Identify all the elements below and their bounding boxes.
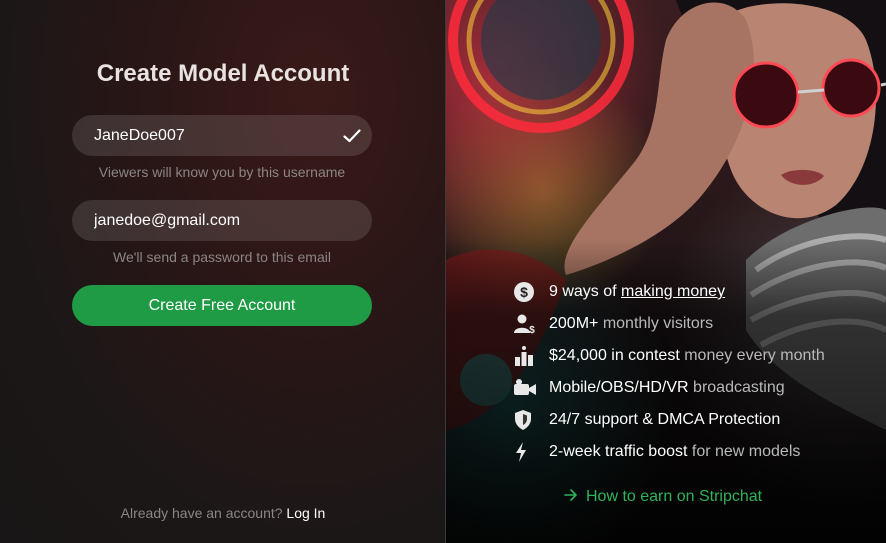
signup-panel: Create Model Account Viewers will know y… (0, 0, 446, 543)
login-prompt-text: Already have an account? (120, 505, 283, 521)
feature-item: 2-week traffic boost for new models (513, 436, 883, 468)
page-title: Create Model Account (96, 60, 350, 87)
email-input[interactable] (72, 200, 372, 241)
feature-item: Mobile/OBS/HD/VR broadcasting (513, 372, 883, 404)
arrow-right-icon (564, 488, 578, 506)
feature-item: $ 200M+ monthly visitors (513, 308, 883, 340)
username-field[interactable] (72, 115, 372, 156)
feature-text: 2-week traffic boost for new models (549, 443, 801, 460)
feature-text: 9 ways of making money (549, 283, 726, 300)
username-input[interactable] (72, 115, 332, 156)
users-icon: $ (513, 313, 549, 335)
dollar-coin-icon: $ (513, 281, 549, 303)
feature-text: 200M+ monthly visitors (549, 315, 714, 332)
email-field[interactable] (72, 200, 372, 241)
check-icon (332, 128, 372, 143)
how-to-earn-label: How to earn on Stripchat (586, 488, 763, 505)
how-to-earn-link[interactable]: How to earn on Stripchat (564, 488, 762, 506)
feature-list: $ 9 ways of making money $ 200M+ monthly… (513, 276, 883, 468)
feature-text: 24/7 support & DMCA Protection (549, 411, 781, 428)
login-link[interactable]: Log In (286, 505, 325, 521)
shield-icon (513, 409, 549, 431)
feature-item: 24/7 support & DMCA Protection (513, 404, 883, 436)
svg-text:$: $ (520, 284, 528, 300)
lightning-icon (513, 441, 549, 463)
making-money-link[interactable]: making money (621, 283, 725, 300)
login-prompt: Already have an account? Log In (0, 505, 446, 521)
camera-icon (513, 378, 549, 398)
trophy-icon (513, 345, 549, 367)
feature-text: $24,000 in contest money every month (549, 347, 825, 364)
feature-item: $24,000 in contest money every month (513, 340, 883, 372)
promo-panel: $ 9 ways of making money $ 200M+ monthly… (446, 0, 886, 543)
svg-text:$: $ (529, 325, 535, 335)
email-hint: We'll send a password to this email (113, 249, 331, 265)
create-account-button[interactable]: Create Free Account (72, 285, 372, 326)
signup-page: Create Model Account Viewers will know y… (0, 0, 886, 543)
feature-text: Mobile/OBS/HD/VR broadcasting (549, 379, 785, 396)
username-hint: Viewers will know you by this username (98, 164, 346, 180)
feature-item: $ 9 ways of making money (513, 276, 883, 308)
